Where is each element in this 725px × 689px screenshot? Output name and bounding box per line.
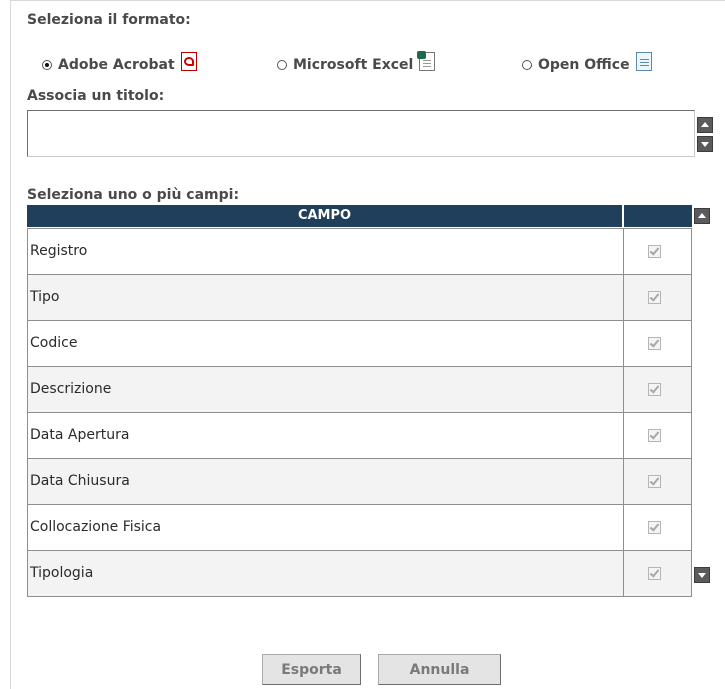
cell-divider — [623, 321, 624, 366]
radio-option-microsoft-excel[interactable]: Microsoft Excel — [277, 50, 436, 80]
format-label: Seleziona il formato: — [27, 12, 191, 28]
table-body: Registro Tipo Codice Descrizione Data Apertu… — [27, 228, 692, 597]
field-checkbox[interactable] — [648, 337, 661, 350]
field-name: Tipologia — [30, 565, 94, 581]
field-name: Tipo — [30, 289, 60, 305]
cell-divider — [623, 413, 624, 458]
table-row: Tipo — [28, 275, 691, 321]
field-name: Registro — [30, 243, 88, 259]
title-label: Associa un titolo: — [27, 88, 165, 104]
table-row: Collocazione Fisica — [28, 505, 691, 551]
radio-button[interactable] — [522, 60, 532, 70]
table-row: Descrizione — [28, 367, 691, 413]
column-header-campo: CAMPO — [297, 208, 352, 223]
radio-label: Open Office — [538, 57, 630, 73]
radio-button[interactable] — [277, 60, 287, 70]
table-row: Tipologia — [28, 551, 691, 597]
openoffice-icon — [635, 51, 652, 71]
cell-divider — [623, 275, 624, 320]
panel-top-border — [10, 0, 725, 1]
field-checkbox[interactable] — [648, 567, 661, 580]
title-textarea[interactable] — [27, 110, 695, 157]
field-checkbox[interactable] — [648, 245, 661, 258]
table-row: Data Apertura — [28, 413, 691, 459]
field-name: Data Apertura — [30, 427, 130, 443]
table-row: Codice — [28, 321, 691, 367]
cell-divider — [623, 551, 624, 596]
cell-divider — [623, 459, 624, 504]
radio-label: Adobe Acrobat — [58, 57, 175, 73]
table-header: CAMPO — [27, 205, 692, 227]
table-scroll-up-button[interactable] — [694, 208, 710, 224]
field-checkbox[interactable] — [648, 429, 661, 442]
export-button[interactable]: Esporta — [262, 654, 361, 685]
pdf-icon — [180, 51, 197, 71]
field-checkbox[interactable] — [648, 521, 661, 534]
cell-divider — [623, 367, 624, 412]
table-row: Registro — [28, 229, 691, 275]
excel-icon — [417, 50, 436, 71]
field-name: Collocazione Fisica — [30, 519, 162, 535]
radio-label: Microsoft Excel — [293, 57, 414, 73]
radio-option-adobe-acrobat[interactable]: Adobe Acrobat — [42, 50, 197, 80]
cell-divider — [623, 229, 624, 274]
field-checkbox[interactable] — [648, 475, 661, 488]
field-name: Descrizione — [30, 381, 112, 397]
table-row: Data Chiusura — [28, 459, 691, 505]
textarea-scroll-down-button[interactable] — [697, 136, 713, 152]
cell-divider — [623, 505, 624, 550]
arrow-up-icon — [701, 122, 709, 127]
textarea-scroll-up-button[interactable] — [697, 117, 713, 133]
field-checkbox[interactable] — [648, 291, 661, 304]
field-checkbox[interactable] — [648, 383, 661, 396]
arrow-up-icon — [698, 213, 706, 218]
radio-option-open-office[interactable]: Open Office — [522, 50, 652, 80]
format-radio-group: Adobe Acrobat Microsoft Excel Open Offic… — [42, 50, 712, 80]
fields-label: Seleziona uno o più campi: — [27, 187, 240, 203]
field-name: Data Chiusura — [30, 473, 130, 489]
table-scroll-down-button[interactable] — [694, 567, 710, 583]
arrow-down-icon — [698, 573, 706, 578]
field-name: Codice — [30, 335, 78, 351]
arrow-down-icon — [701, 142, 709, 147]
cancel-button[interactable]: Annulla — [378, 654, 501, 685]
header-divider — [622, 205, 624, 227]
panel-left-border — [10, 0, 11, 689]
radio-button[interactable] — [42, 60, 52, 70]
